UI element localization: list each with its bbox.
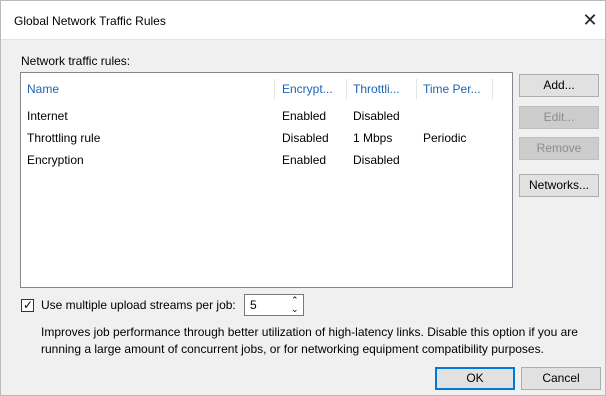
remove-button[interactable]: Remove (519, 137, 599, 160)
cell-time-period: Periodic (423, 131, 467, 145)
cell-throttling: Disabled (353, 153, 400, 167)
column-header-time-period[interactable]: Time Per... (417, 73, 493, 105)
close-icon[interactable]: ✕ (577, 7, 603, 33)
column-header-name[interactable]: Name (21, 73, 275, 105)
multiple-streams-checkbox[interactable]: ✓ (21, 298, 34, 312)
streams-count-value[interactable]: 5 (250, 298, 257, 312)
cell-encryption: Disabled (282, 131, 329, 145)
cell-encryption: Enabled (282, 109, 327, 123)
cell-name: Throttling rule (27, 131, 101, 145)
rules-label: Network traffic rules: (21, 54, 131, 68)
checkmark-icon: ✓ (23, 298, 34, 312)
table-row[interactable]: Throttling rule Disabled 1 Mbps Periodic (21, 127, 512, 149)
dialog-body: Network traffic rules: Name Encrypt... T… (1, 39, 605, 395)
dialog-window: Global Network Traffic Rules ✕ Network t… (0, 0, 606, 396)
edit-button[interactable]: Edit... (519, 106, 599, 129)
cell-throttling: 1 Mbps (353, 131, 393, 145)
cell-encryption: Enabled (282, 153, 327, 167)
networks-button[interactable]: Networks... (519, 174, 599, 197)
table-row[interactable]: Encryption Enabled Disabled (21, 149, 512, 171)
cell-throttling: Disabled (353, 109, 400, 123)
rules-list[interactable]: Name Encrypt... Throttli... Time Per... … (20, 72, 513, 288)
cancel-button[interactable]: Cancel (521, 367, 601, 390)
chevron-down-icon[interactable]: ⌄ (291, 304, 299, 314)
add-button[interactable]: Add... (519, 74, 599, 97)
rules-list-header: Name Encrypt... Throttli... Time Per... (21, 73, 512, 105)
dialog-title: Global Network Traffic Rules (14, 14, 166, 28)
cell-name: Internet (27, 109, 68, 123)
streams-count-stepper[interactable]: 5 ⌃ ⌄ (244, 294, 304, 316)
ok-button[interactable]: OK (435, 367, 515, 390)
column-header-throttling[interactable]: Throttli... (347, 73, 417, 105)
multiple-streams-label[interactable]: Use multiple upload streams per job: (41, 298, 236, 312)
cell-name: Encryption (27, 153, 84, 167)
table-row[interactable]: Internet Enabled Disabled (21, 105, 512, 127)
column-header-encryption[interactable]: Encrypt... (276, 73, 346, 105)
title-bar: Global Network Traffic Rules ✕ (1, 1, 605, 39)
column-separator[interactable] (492, 79, 493, 99)
column-separator[interactable] (274, 79, 275, 99)
streams-description: Improves job performance through better … (41, 325, 578, 356)
